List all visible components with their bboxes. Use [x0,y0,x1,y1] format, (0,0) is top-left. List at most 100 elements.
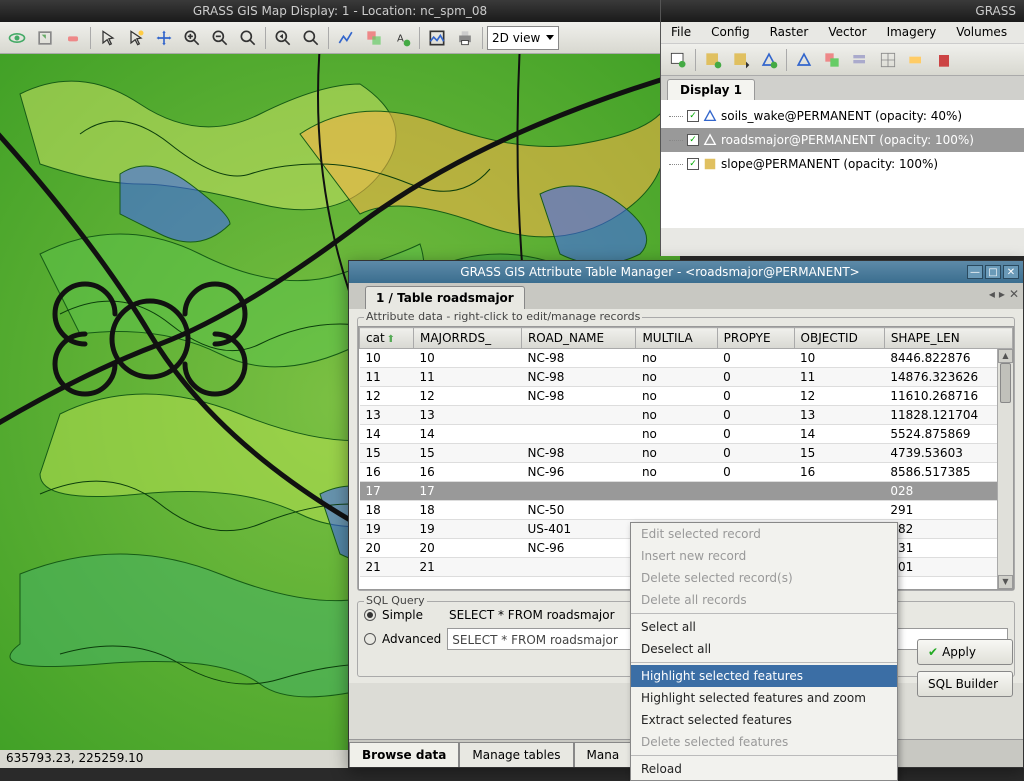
context-menu-item[interactable]: Highlight selected features [631,665,897,687]
scroll-down-icon[interactable]: ▼ [998,575,1013,589]
context-menu-item[interactable]: Reload [631,758,897,780]
add-vector-icon[interactable] [756,47,782,73]
browse-data-tab[interactable]: Browse data [349,742,459,767]
column-header[interactable]: SHAPE_LEN [884,328,1012,349]
add-raster-icon[interactable] [700,47,726,73]
table-cell: NC-96 [521,463,635,482]
table-row[interactable]: 1010NC-98no0108446.822876 [360,349,1013,368]
add-group-icon[interactable] [847,47,873,73]
add-vector-misc-icon[interactable] [791,47,817,73]
apply-button[interactable]: ✔Apply [917,639,1013,665]
add-text-icon[interactable]: A [389,25,415,51]
table-cell: 15 [413,444,521,463]
layer-manager-window: GRASS File Config Raster Vector Imagery … [660,0,1024,256]
menu-separator [631,662,897,663]
table-cell: 12 [360,387,414,406]
column-header[interactable]: MAJORRDS_ [413,328,521,349]
table-cell: no [636,463,717,482]
sql-advanced-radio[interactable] [364,633,376,645]
menu-vector[interactable]: Vector [818,22,876,43]
context-menu-item[interactable]: Extract selected features [631,709,897,731]
table-row[interactable]: 1212NC-98no01211610.268716 [360,387,1013,406]
maximize-icon[interactable]: □ [985,265,1001,279]
tab-next-icon[interactable]: ▸ [999,287,1005,301]
column-header[interactable]: PROPYE [717,328,794,349]
tab-prev-icon[interactable]: ◂ [989,287,995,301]
table-cell: 0 [717,349,794,368]
pan-icon[interactable] [151,25,177,51]
tab-close-icon[interactable]: ✕ [1009,287,1019,301]
column-header[interactable]: OBJECTID [794,328,884,349]
table-row[interactable]: 1818NC-50291 [360,501,1013,520]
remove-layer-icon[interactable] [931,47,957,73]
menu-volumes[interactable]: Volumes [946,22,1017,43]
menu-file[interactable]: File [661,22,701,43]
table-row[interactable]: 1313no01311828.121704 [360,406,1013,425]
table-row[interactable]: 1111NC-98no01114876.323626 [360,368,1013,387]
column-header[interactable]: cat⬆ [360,328,414,349]
print-icon[interactable] [452,25,478,51]
zoom-in-icon[interactable] [179,25,205,51]
table-cell: 21 [360,558,414,577]
scroll-up-icon[interactable]: ▲ [998,349,1013,363]
table-row[interactable]: 1717028 [360,482,1013,501]
checkbox-icon[interactable]: ✓ [687,110,699,122]
display-tab[interactable]: Display 1 [667,79,755,100]
manage-layers-tab[interactable]: Mana [574,742,633,767]
add-raster-misc-icon[interactable] [728,47,754,73]
table-row[interactable]: 1515NC-98no0154739.53603 [360,444,1013,463]
table-cell: 12 [413,387,521,406]
redraw-icon[interactable] [32,25,58,51]
save-image-icon[interactable] [424,25,450,51]
zoom-last-icon[interactable] [270,25,296,51]
zoom-menu-icon[interactable] [298,25,324,51]
erase-icon[interactable] [60,25,86,51]
table-row[interactable]: 1414no0145524.875869 [360,425,1013,444]
view-mode-select[interactable]: 2D view [487,26,559,50]
column-header[interactable]: ROAD_NAME [521,328,635,349]
view-mode-label: 2D view [492,31,540,45]
add-grid-icon[interactable] [875,47,901,73]
manage-tables-tab[interactable]: Manage tables [459,742,573,767]
analyze-icon[interactable] [333,25,359,51]
sql-simple-radio[interactable] [364,609,376,621]
menu-config[interactable]: Config [701,22,760,43]
context-menu-item[interactable]: Highlight selected features and zoom [631,687,897,709]
render-icon[interactable] [4,25,30,51]
close-icon[interactable]: ✕ [1003,265,1019,279]
layer-row-roads[interactable]: ✓ roadsmajor@PERMANENT (opacity: 100%) [661,128,1024,152]
minimize-icon[interactable]: — [967,265,983,279]
sql-builder-button[interactable]: SQL Builder [917,671,1013,697]
scrollbar-thumb[interactable] [1000,363,1011,403]
layer-row-soils[interactable]: ✓ soils_wake@PERMANENT (opacity: 40%) [661,104,1024,128]
pointer-icon[interactable] [95,25,121,51]
context-menu-item: Insert new record [631,545,897,567]
add-labels-icon[interactable] [903,47,929,73]
context-menu-item[interactable]: Deselect all [631,638,897,660]
table-cell: US-401 [521,520,635,539]
vertical-scrollbar[interactable]: ▲ ▼ [997,349,1013,589]
table-cell [636,482,717,501]
checkbox-icon[interactable]: ✓ [687,134,699,146]
overlay-icon[interactable] [361,25,387,51]
column-header[interactable]: MULTILA [636,328,717,349]
layer-row-slope[interactable]: ✓ slope@PERMANENT (opacity: 100%) [661,152,1024,176]
table-cell: 0 [717,444,794,463]
table-cell: 16 [360,463,414,482]
new-display-icon[interactable] [665,47,691,73]
add-overlay-icon[interactable] [819,47,845,73]
zoom-out-icon[interactable] [207,25,233,51]
table-cell: 11 [794,368,884,387]
zoom-extent-icon[interactable] [235,25,261,51]
checkbox-icon[interactable]: ✓ [687,158,699,170]
menu-imagery[interactable]: Imagery [877,22,947,43]
table-cell: 4739.53603 [884,444,1012,463]
menu-raster[interactable]: Raster [760,22,819,43]
table-row[interactable]: 1616NC-96no0168586.517385 [360,463,1013,482]
attribute-table-titlebar[interactable]: GRASS GIS Attribute Table Manager - <roa… [349,261,1023,283]
table-tab[interactable]: 1 / Table roadsmajor [365,286,525,309]
layer-manager-toolbar [661,44,1024,76]
context-menu-item[interactable]: Select all [631,616,897,638]
query-icon[interactable] [123,25,149,51]
table-cell: 13 [794,406,884,425]
